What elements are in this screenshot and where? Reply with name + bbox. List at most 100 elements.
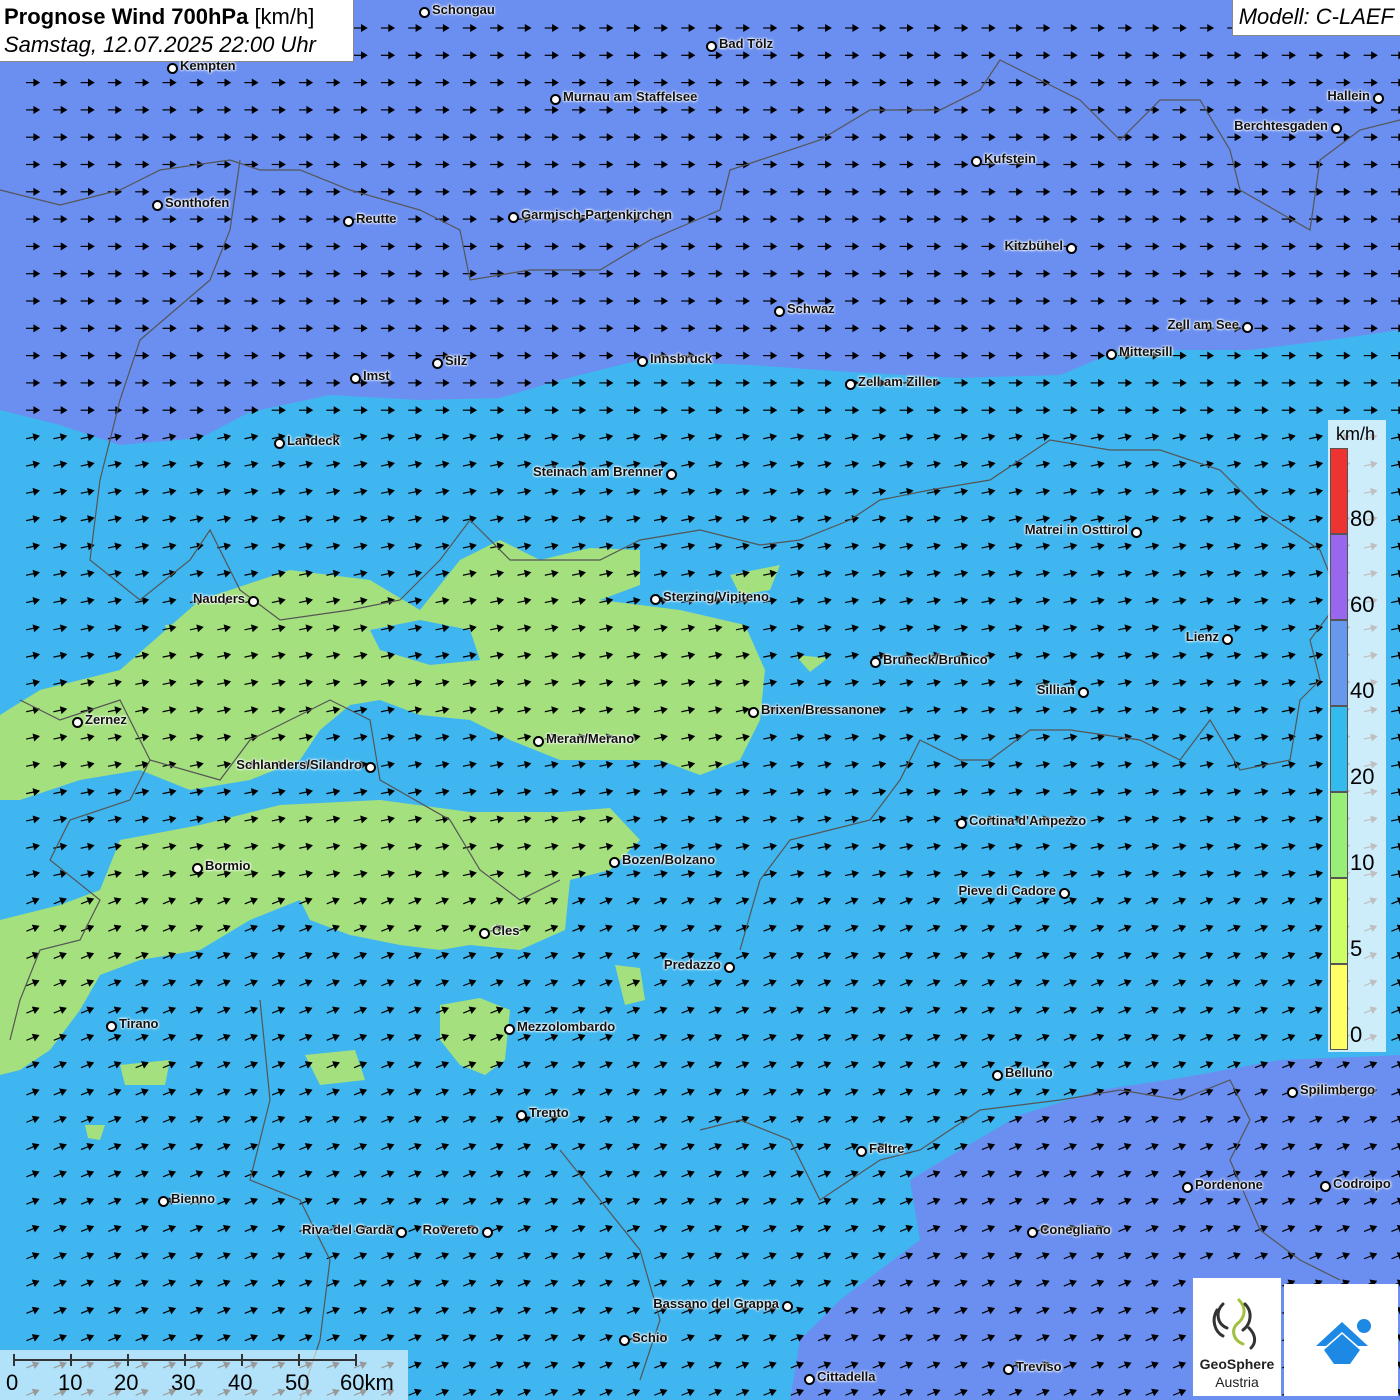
city-label: Rovereto <box>422 1222 479 1237</box>
city-marker[interactable] <box>72 717 83 728</box>
forecast-datetime: Samstag, 12.07.2025 22:00 Uhr <box>4 32 316 57</box>
geosphere-logo: GeoSphere Austria <box>1193 1278 1281 1396</box>
city-marker[interactable] <box>1066 243 1077 254</box>
scale-label: 40 <box>228 1370 253 1395</box>
city-marker[interactable] <box>619 1335 630 1346</box>
city-marker[interactable] <box>870 657 881 668</box>
city-marker[interactable] <box>550 94 561 105</box>
city-label: Feltre <box>869 1141 905 1156</box>
city-marker[interactable] <box>804 1374 815 1385</box>
city-label: Brixen/Bressanone <box>761 702 880 717</box>
city-marker[interactable] <box>396 1227 407 1238</box>
city-marker[interactable] <box>343 216 354 227</box>
city-marker[interactable] <box>106 1021 117 1032</box>
city-label: Bienno <box>171 1191 216 1206</box>
city-marker[interactable] <box>666 469 677 480</box>
city-marker[interactable] <box>1373 93 1384 104</box>
legend-label: 40 <box>1350 678 1375 703</box>
city-label: Trento <box>529 1105 569 1120</box>
city-marker[interactable] <box>1059 888 1070 899</box>
legend-label: 20 <box>1350 764 1375 789</box>
city-marker[interactable] <box>774 306 785 317</box>
city-label: Nauders <box>192 591 245 606</box>
city-label: Tirano <box>119 1016 159 1031</box>
city-marker[interactable] <box>1287 1087 1298 1098</box>
city-marker[interactable] <box>167 63 178 74</box>
city-marker[interactable] <box>782 1301 793 1312</box>
city-marker[interactable] <box>609 857 620 868</box>
legend-band <box>1330 792 1348 878</box>
city-marker[interactable] <box>1182 1182 1193 1193</box>
city-label: Matrei in Osttirol <box>1024 522 1128 537</box>
city-marker[interactable] <box>992 1070 1003 1081</box>
city-marker[interactable] <box>274 438 285 449</box>
city-marker[interactable] <box>152 200 163 211</box>
city-marker[interactable] <box>1106 349 1117 360</box>
city-label: Cortina d'Ampezzo <box>969 813 1087 828</box>
city-marker[interactable] <box>956 818 967 829</box>
city-label: Zell am Ziller <box>858 374 938 389</box>
city-marker[interactable] <box>1222 634 1233 645</box>
city-marker[interactable] <box>192 863 203 874</box>
city-marker[interactable] <box>1078 687 1089 698</box>
city-marker[interactable] <box>845 379 856 390</box>
city-marker[interactable] <box>1131 527 1142 538</box>
city-label: Mittersill <box>1119 344 1173 359</box>
city-label: Riva del Garda <box>301 1222 393 1237</box>
city-marker[interactable] <box>971 156 982 167</box>
legend-unit: km/h <box>1336 424 1376 444</box>
city-marker[interactable] <box>650 594 661 605</box>
city-marker[interactable] <box>365 762 376 773</box>
city-label: Schio <box>632 1330 668 1345</box>
city-marker[interactable] <box>432 358 443 369</box>
city-marker[interactable] <box>479 928 490 939</box>
city-label: Innsbruck <box>650 351 713 366</box>
city-marker[interactable] <box>706 41 717 52</box>
city-label: Kufstein <box>984 151 1036 166</box>
city-marker[interactable] <box>158 1196 169 1207</box>
city-marker[interactable] <box>516 1110 527 1121</box>
city-marker[interactable] <box>724 962 735 973</box>
city-marker[interactable] <box>856 1146 867 1157</box>
city-label: Schlanders/Silandro <box>236 757 362 772</box>
city-label: Steinach am Brenner <box>532 464 663 479</box>
city-marker[interactable] <box>1027 1227 1038 1238</box>
city-label: Hallein <box>1327 88 1370 103</box>
legend-label: 60 <box>1350 592 1375 617</box>
city-label: Kitzbühel <box>1004 238 1064 253</box>
scale-ruler <box>13 1354 357 1366</box>
legend-band <box>1330 878 1348 964</box>
city-marker[interactable] <box>1331 123 1342 134</box>
city-marker[interactable] <box>637 356 648 367</box>
legend-label: 5 <box>1350 936 1363 961</box>
brand-sub: Austria <box>1215 1374 1259 1390</box>
wind-map[interactable]: Prognose Wind 700hPa [km/h] Samstag, 12.… <box>0 0 1400 1400</box>
city-label: Lienz <box>1185 629 1219 644</box>
city-marker[interactable] <box>350 373 361 384</box>
city-marker[interactable] <box>1003 1364 1014 1375</box>
geosphere-icon <box>1212 1298 1257 1350</box>
city-label: Bruneck/Brunico <box>883 652 988 667</box>
city-label: Spilimbergo <box>1300 1082 1376 1097</box>
city-marker[interactable] <box>419 7 430 18</box>
legend-label: 0 <box>1350 1022 1363 1047</box>
city-marker[interactable] <box>533 736 544 747</box>
city-marker[interactable] <box>508 212 519 223</box>
city-label: Murnau am Staffelsee <box>563 89 698 104</box>
city-marker[interactable] <box>1242 322 1253 333</box>
legend-band <box>1330 448 1348 534</box>
city-marker[interactable] <box>248 596 259 607</box>
city-marker[interactable] <box>1320 1181 1331 1192</box>
map-title: Prognose Wind 700hPa [km/h] <box>4 4 315 29</box>
city-label: Silz <box>445 353 468 368</box>
city-marker[interactable] <box>748 707 759 718</box>
city-marker[interactable] <box>504 1024 515 1035</box>
city-label: Conegliano <box>1040 1222 1111 1237</box>
scale-label: 50 <box>285 1370 310 1395</box>
city-marker[interactable] <box>482 1227 493 1238</box>
legend-band <box>1330 534 1348 620</box>
city-label: Belluno <box>1005 1065 1053 1080</box>
city-label: Zell am See <box>1167 317 1239 332</box>
app-logo <box>1284 1284 1398 1396</box>
legend-label: 10 <box>1350 850 1375 875</box>
